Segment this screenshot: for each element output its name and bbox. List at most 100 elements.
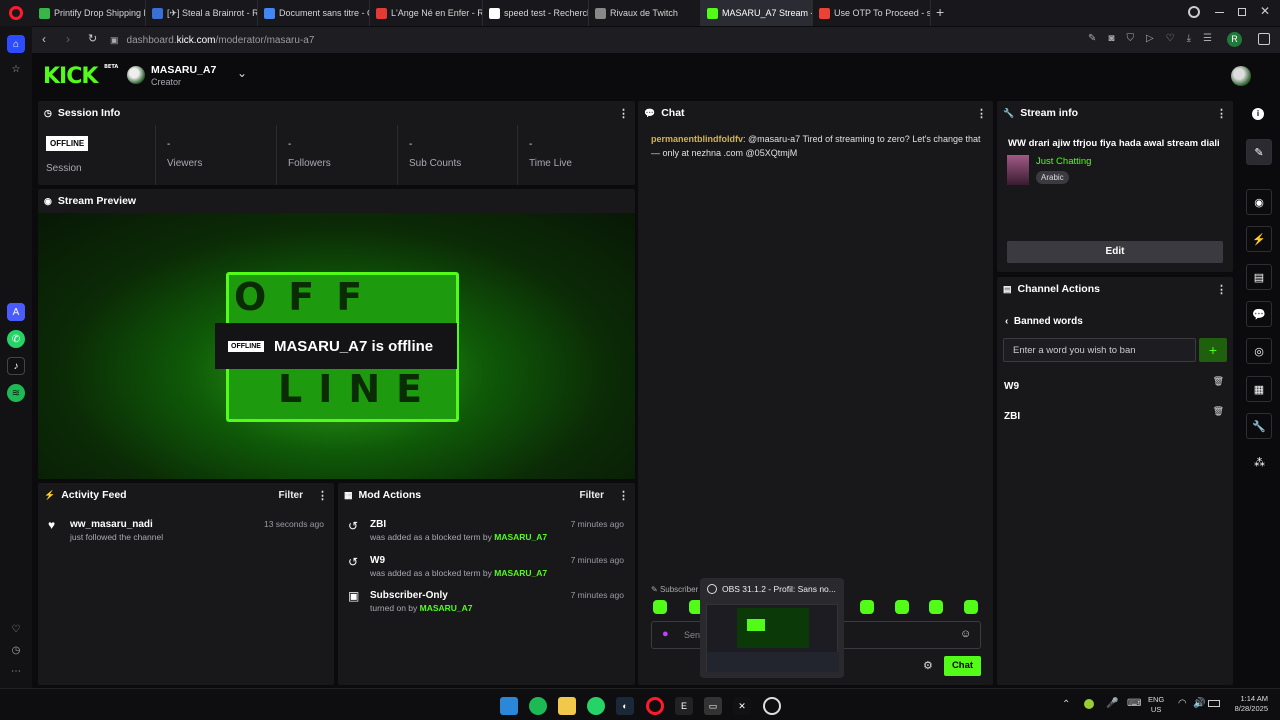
obs-taskbar-icon[interactable] — [763, 697, 781, 715]
browser-tab[interactable]: Printify Drop Shipping Pri — [33, 0, 146, 26]
preview-icon[interactable]: ◉ — [1246, 189, 1272, 215]
star-icon[interactable]: ☆ — [7, 60, 25, 78]
browser-tab[interactable]: Use OTP To Proceed - sed — [813, 0, 931, 26]
language-indicator[interactable]: ENG US — [1148, 695, 1164, 715]
browser-tab[interactable]: MASARU_A7 Stream - Kic✕ — [701, 0, 813, 26]
activity-filter-button[interactable]: Filter — [279, 490, 303, 501]
epic-games-icon[interactable]: E — [675, 697, 693, 715]
steam-icon[interactable]: ◐ — [616, 697, 634, 715]
broadcast-icon[interactable]: ◎ — [1246, 338, 1272, 364]
send-chat-button[interactable]: Chat — [944, 656, 981, 676]
user-avatar[interactable] — [1231, 66, 1251, 86]
edit-icon[interactable]: ✎ — [1088, 33, 1096, 44]
undo-icon[interactable]: ↺ — [348, 556, 358, 569]
opera-icon[interactable] — [646, 697, 664, 715]
trash-icon[interactable]: 🗑 — [1213, 376, 1224, 387]
emote-icon[interactable] — [964, 600, 978, 614]
kebab-menu-icon[interactable]: ⋮ — [1216, 283, 1227, 296]
tray-chevron-icon[interactable]: ⌃ — [1062, 699, 1070, 710]
keyboard-icon[interactable]: ⌨ — [1127, 698, 1141, 709]
opera-logo-icon[interactable] — [9, 6, 23, 20]
spotify-icon[interactable]: ≋ — [7, 384, 25, 402]
extensions-icon[interactable] — [1258, 33, 1270, 45]
spotify-icon[interactable] — [529, 697, 547, 715]
add-word-button[interactable]: + — [1199, 338, 1227, 362]
trash-icon[interactable]: 🗑 — [1213, 406, 1224, 417]
terminal-icon[interactable]: ▭ — [704, 697, 722, 715]
mic-icon[interactable]: ● — [662, 628, 669, 640]
emote-icon[interactable] — [929, 600, 943, 614]
kebab-menu-icon[interactable]: ⋮ — [618, 107, 629, 120]
ban-word-input[interactable]: Enter a word you wish to ban — [1003, 338, 1196, 362]
forward-icon[interactable]: › — [66, 32, 70, 46]
microphone-icon[interactable]: 🎤 — [1106, 698, 1118, 709]
back-icon[interactable]: ‹ — [42, 32, 46, 46]
camera-icon[interactable]: ◙ — [1108, 33, 1114, 44]
menu-icon[interactable]: ☰ — [1203, 33, 1212, 44]
search-icon[interactable] — [1188, 6, 1200, 18]
wifi-icon[interactable]: ◠ — [1178, 698, 1187, 709]
shield-icon[interactable]: ⛉ — [1126, 33, 1134, 44]
edit-icon[interactable]: ✎ — [1246, 139, 1272, 165]
download-icon[interactable]: ⤓ — [1187, 33, 1191, 44]
restore-button[interactable] — [1238, 8, 1246, 16]
windows-start-icon[interactable] — [500, 697, 518, 715]
browser-tab[interactable]: [✈] Steal a Brainrot - Rob — [146, 0, 258, 26]
notes-icon[interactable]: ▤ — [1246, 264, 1272, 290]
mod-action-by[interactable]: MASARU_A7 — [494, 568, 547, 578]
emote-icon[interactable] — [895, 600, 909, 614]
heart-icon[interactable]: ♡ — [7, 620, 25, 638]
tiktok-icon[interactable]: ♪ — [7, 357, 25, 375]
emote-icon[interactable] — [860, 600, 874, 614]
new-tab-button[interactable]: + — [936, 5, 950, 19]
more-icon[interactable]: ⋯ — [7, 662, 25, 680]
profile-avatar[interactable]: R — [1227, 32, 1242, 47]
whatsapp-icon[interactable]: ✆ — [7, 330, 25, 348]
tray-app-icon[interactable] — [1084, 699, 1094, 709]
emoji-icon[interactable]: ☺ — [960, 628, 971, 640]
chat-settings-icon[interactable]: ⚙ — [923, 659, 933, 672]
banned-words-nav[interactable]: ‹ Banned words — [1005, 316, 1083, 327]
chat-icon[interactable]: 💬 — [1246, 301, 1272, 327]
chat-username[interactable]: permanentblindfoldfv — [651, 134, 743, 144]
capcut-icon[interactable]: ✕ — [733, 697, 751, 715]
chevron-down-icon[interactable]: ⌄ — [237, 66, 247, 80]
mod-action-by[interactable]: MASARU_A7 — [494, 532, 547, 542]
minimize-button[interactable] — [1215, 12, 1224, 13]
browser-tab[interactable]: Rivaux de Twitch — [589, 0, 701, 26]
kebab-menu-icon[interactable]: ⋮ — [317, 489, 328, 502]
play-icon[interactable]: ▷ — [1146, 33, 1154, 44]
battery-icon[interactable] — [1208, 700, 1220, 707]
info-icon[interactable]: i — [1252, 108, 1264, 120]
reload-icon[interactable]: ↻ — [88, 32, 97, 45]
kick-logo[interactable]: KICK BETA — [43, 64, 118, 89]
close-window-button[interactable]: ✕ — [1260, 4, 1270, 18]
connections-icon[interactable]: ⁂ — [1254, 456, 1265, 469]
volume-icon[interactable]: 🔊 — [1193, 698, 1205, 709]
category-link[interactable]: Just Chatting — [1036, 156, 1091, 167]
obs-taskbar-preview[interactable]: OBS 31.1.2 - Profil: Sans no... — [700, 578, 844, 678]
whatsapp-icon[interactable] — [587, 697, 605, 715]
channel-avatar[interactable] — [127, 66, 145, 84]
channel-name[interactable]: MASARU_A7 — [151, 64, 216, 76]
wrench-icon[interactable]: 🔧 — [1246, 413, 1272, 439]
chevron-left-icon[interactable]: ‹ — [1005, 316, 1008, 327]
browser-tab[interactable]: Document sans titre - Goo — [258, 0, 370, 26]
emote-icon[interactable] — [653, 600, 667, 614]
browser-tab[interactable]: speed test - Recherche Go — [483, 0, 589, 26]
history-icon[interactable]: ◷ — [7, 641, 25, 659]
lightning-icon[interactable]: ⚡ — [1246, 226, 1272, 252]
mod-action-by[interactable]: MASARU_A7 — [420, 603, 473, 613]
home-icon[interactable]: ⌂ — [7, 35, 25, 53]
kebab-menu-icon[interactable]: ⋮ — [976, 107, 987, 120]
edit-button[interactable]: Edit — [1007, 241, 1223, 263]
kebab-menu-icon[interactable]: ⋮ — [1216, 107, 1227, 120]
layout-icon[interactable]: ▦ — [1246, 376, 1272, 402]
aria-icon[interactable]: A — [7, 303, 25, 321]
file-explorer-icon[interactable] — [558, 697, 576, 715]
mod-filter-button[interactable]: Filter — [580, 490, 604, 501]
heart-outline-icon[interactable]: ♡ — [1166, 33, 1175, 44]
browser-tab[interactable]: L'Ange Né en Enfer - Riad — [370, 0, 483, 26]
clock[interactable]: 1:14 AM 8/28/2025 — [1226, 694, 1268, 714]
kebab-menu-icon[interactable]: ⋮ — [618, 489, 629, 502]
